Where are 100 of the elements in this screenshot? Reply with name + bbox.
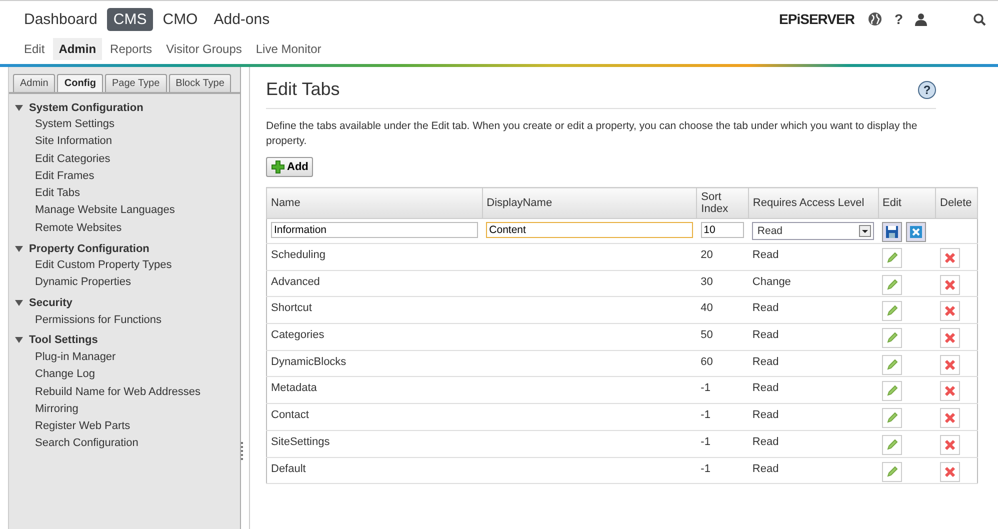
table-cell: -1 bbox=[696, 457, 748, 484]
sub-nav-tab[interactable]: Live Monitor bbox=[250, 38, 328, 60]
table-cell: Read bbox=[748, 404, 878, 430]
sidebar-tab[interactable]: Admin bbox=[13, 74, 56, 92]
add-button[interactable]: Add bbox=[266, 157, 314, 177]
table-cell: Read bbox=[748, 350, 878, 377]
column-header: Delete bbox=[936, 188, 978, 218]
sub-nav-tab[interactable]: Visitor Groups bbox=[160, 38, 248, 60]
sidebar-tab[interactable]: Config bbox=[57, 74, 104, 92]
sub-nav-tab[interactable]: Admin bbox=[52, 38, 102, 60]
sidebar-link[interactable]: System Settings bbox=[15, 116, 240, 134]
pencil-icon[interactable] bbox=[882, 434, 902, 455]
table-cell: Read bbox=[748, 457, 878, 484]
table-cell: Contact bbox=[266, 404, 482, 430]
table-cell: Read bbox=[748, 324, 878, 350]
expanded-caret-icon[interactable] bbox=[15, 244, 23, 253]
expanded-caret-icon[interactable] bbox=[15, 299, 23, 308]
sidebar-tab[interactable]: Page Type bbox=[105, 74, 167, 92]
pencil-icon[interactable] bbox=[882, 274, 902, 295]
section-title[interactable]: Property Configuration bbox=[29, 242, 150, 255]
dropdown-caret-icon[interactable] bbox=[859, 225, 872, 237]
table-cell: Scheduling bbox=[266, 244, 482, 270]
column-header: DisplayName bbox=[482, 188, 697, 218]
sidebar-tab[interactable]: Block Type bbox=[168, 74, 232, 92]
sidebar-link[interactable]: Dynamic Properties bbox=[15, 274, 240, 292]
sidebar-link[interactable]: Rebuild Name for Web Addresses bbox=[15, 384, 240, 401]
sub-nav-tab[interactable]: Reports bbox=[104, 38, 158, 60]
section-title[interactable]: System Configuration bbox=[29, 102, 144, 114]
pencil-icon[interactable] bbox=[882, 328, 902, 348]
sidebar-link[interactable]: Site Information bbox=[15, 133, 240, 151]
resize-handle[interactable] bbox=[241, 442, 245, 460]
table-cell: SiteSettings bbox=[266, 430, 482, 457]
table-cell: DynamicBlocks bbox=[266, 350, 482, 377]
column-header: Name bbox=[266, 188, 482, 218]
sub-nav-tab[interactable]: Edit bbox=[18, 38, 51, 60]
pencil-icon[interactable] bbox=[882, 248, 902, 268]
top-nav-tab[interactable]: CMO bbox=[156, 8, 204, 30]
sidebar-link[interactable]: Edit Frames bbox=[15, 168, 240, 186]
section-title[interactable]: Security bbox=[29, 297, 72, 310]
save-icon[interactable] bbox=[882, 222, 902, 242]
table-cell: 60 bbox=[696, 350, 748, 377]
table-cell: 50 bbox=[696, 324, 748, 350]
brand-logo: EPiSERVER bbox=[779, 11, 854, 27]
sidebar-link[interactable]: Search Configuration bbox=[15, 435, 240, 453]
table-cell: Shortcut bbox=[266, 296, 482, 324]
column-header: Edit bbox=[878, 188, 936, 218]
sidebar-link[interactable]: Mirroring bbox=[15, 400, 240, 418]
sidebar-link[interactable]: Manage Website Languages bbox=[15, 202, 240, 220]
sidebar-link[interactable]: Change Log bbox=[15, 366, 240, 384]
description-text: Define the tabs available under the Edit tab. When you create or edit a property, you can choose the tab under which you want to display the property. bbox=[266, 119, 918, 149]
sort-index-input[interactable]: 10 bbox=[700, 222, 744, 238]
table-cell: -1 bbox=[696, 404, 748, 430]
sidebar-link[interactable]: Remote Websites bbox=[15, 220, 240, 238]
table-cell: Read bbox=[748, 376, 878, 404]
cancel-icon[interactable] bbox=[906, 222, 926, 242]
sidebar-link[interactable]: Edit Tabs bbox=[15, 185, 240, 202]
column-header: Requires Access Level bbox=[748, 188, 878, 218]
plus-icon bbox=[271, 160, 285, 174]
top-nav-tab[interactable]: CMS bbox=[107, 8, 153, 30]
table-cell: Read bbox=[748, 244, 878, 270]
sidebar-link[interactable]: Edit Categories bbox=[15, 150, 240, 168]
delete-icon[interactable] bbox=[940, 248, 960, 268]
name-input[interactable]: Information bbox=[271, 222, 478, 238]
section-title[interactable]: Tool Settings bbox=[29, 334, 98, 346]
delete-icon[interactable] bbox=[940, 274, 960, 295]
table-cell: Advanced bbox=[266, 270, 482, 297]
search-icon[interactable] bbox=[973, 12, 986, 26]
pencil-icon[interactable] bbox=[882, 462, 902, 482]
user-icon[interactable] bbox=[915, 12, 927, 26]
table-cell: -1 bbox=[696, 376, 748, 404]
table-cell: Default bbox=[266, 457, 482, 484]
pencil-icon[interactable] bbox=[882, 408, 902, 428]
sidebar-link[interactable]: Plug-in Manager bbox=[15, 348, 240, 366]
pencil-icon[interactable] bbox=[882, 381, 902, 402]
table-cell: Change bbox=[748, 270, 878, 297]
delete-icon[interactable] bbox=[940, 328, 960, 348]
delete-icon[interactable] bbox=[940, 408, 960, 428]
pencil-icon[interactable] bbox=[882, 354, 902, 375]
pencil-icon[interactable] bbox=[882, 301, 902, 322]
top-nav-tab[interactable]: Dashboard bbox=[18, 8, 104, 30]
delete-icon[interactable] bbox=[940, 354, 960, 375]
expanded-caret-icon[interactable] bbox=[15, 336, 23, 344]
help-icon[interactable]: ? bbox=[894, 11, 903, 27]
table-cell: Categories bbox=[266, 324, 482, 350]
table-cell: -1 bbox=[696, 430, 748, 457]
delete-icon[interactable] bbox=[940, 381, 960, 402]
display-name-input[interactable]: Content bbox=[486, 222, 693, 238]
table-cell: 20 bbox=[696, 244, 748, 270]
delete-icon[interactable] bbox=[940, 462, 960, 482]
globe-icon[interactable] bbox=[868, 12, 882, 26]
delete-icon[interactable] bbox=[940, 301, 960, 322]
help-icon[interactable]: ? bbox=[918, 80, 936, 98]
sidebar-link[interactable]: Register Web Parts bbox=[15, 418, 240, 436]
sidebar-link[interactable]: Edit Custom Property Types bbox=[15, 257, 240, 274]
top-nav-tab[interactable]: Add-ons bbox=[208, 8, 276, 30]
access-level-select[interactable]: Read bbox=[752, 222, 874, 240]
expanded-caret-icon[interactable] bbox=[15, 104, 23, 112]
delete-icon[interactable] bbox=[940, 434, 960, 455]
sidebar-link[interactable]: Permissions for Functions bbox=[15, 312, 240, 329]
column-header: Sort Index bbox=[696, 188, 748, 218]
